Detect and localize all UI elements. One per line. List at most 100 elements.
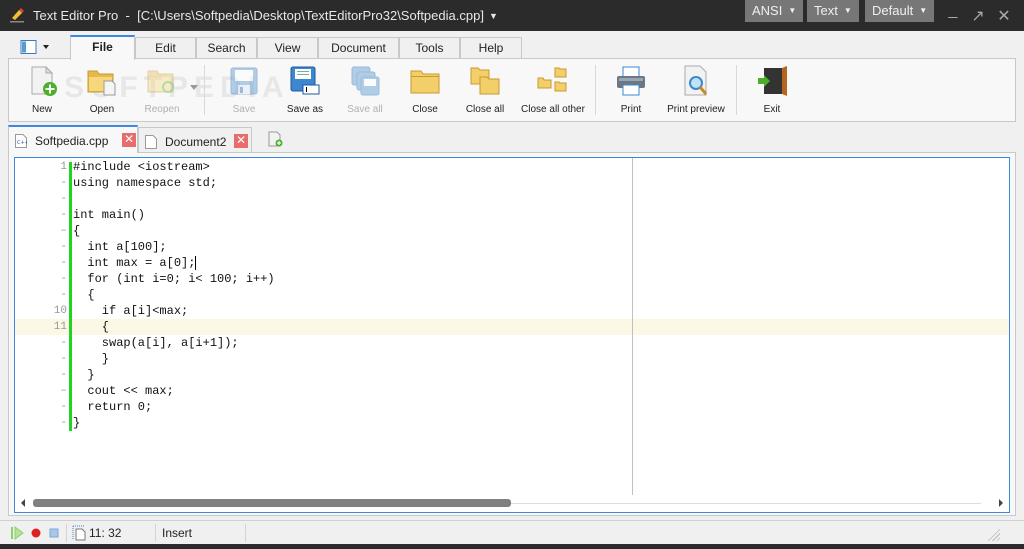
code-line-text: {	[73, 288, 95, 302]
close-all-other-icon	[537, 67, 567, 92]
tab-tools[interactable]: Tools	[399, 37, 460, 59]
code-line[interactable]: {	[73, 287, 95, 303]
close-all-other-button[interactable]: Close all other	[521, 63, 585, 119]
code-line[interactable]: int max = a[0];	[73, 255, 197, 271]
code-line[interactable]: #include <iostream>	[73, 159, 210, 175]
horizontal-scrollbar[interactable]	[15, 495, 1009, 512]
minimize-icon: _	[948, 2, 958, 19]
svg-text:C++: C++	[17, 140, 27, 146]
line-number: -	[60, 209, 67, 221]
chevron-down-icon: ▼	[843, 6, 852, 15]
close-icon: ✕	[123, 132, 135, 146]
doc-tab-softpedia-cpp[interactable]: C++ Softpedia.cpp ✕	[8, 125, 138, 153]
insert-mode-indicator[interactable]: Insert	[162, 526, 192, 540]
encoding-label: ANSI	[752, 3, 783, 18]
code-line[interactable]: int a[100];	[73, 239, 167, 255]
code-line[interactable]: }	[73, 415, 80, 431]
print-preview-button[interactable]: Print preview	[666, 63, 726, 119]
scroll-thumb[interactable]	[33, 499, 511, 507]
quick-access-button[interactable]	[20, 39, 54, 55]
restore-button[interactable]: ↗	[968, 6, 988, 26]
tab-file[interactable]: File	[70, 35, 135, 60]
save-all-icon	[351, 66, 380, 96]
code-line[interactable]: return 0;	[73, 399, 152, 415]
code-line-text: swap(a[i], a[i+1]);	[73, 336, 239, 350]
line-number-gutter: 1 - - - – - - - - 10 11 - - - – - -	[15, 158, 67, 512]
code-line[interactable]: cout << max;	[73, 383, 173, 399]
restore-icon: ↗	[971, 8, 985, 25]
new-tab-icon[interactable]	[267, 131, 283, 147]
style-dropdown[interactable]: Default ▼	[865, 0, 935, 22]
status-bar: 11: 32 Insert	[0, 520, 1024, 544]
record-macro-icon[interactable]	[30, 527, 42, 539]
exit-button[interactable]: Exit	[742, 63, 802, 119]
menu-bar: File Edit Search View Document Tools Hel…	[0, 31, 1024, 60]
app-name: Text Editor Pro	[33, 8, 119, 23]
close-icon: ✕	[235, 133, 247, 147]
close-all-button[interactable]: Close all	[455, 63, 515, 119]
code-line-text: int max = a[0];	[73, 256, 196, 270]
code-line[interactable]: {	[73, 223, 80, 239]
code-line[interactable]: swap(a[i], a[i+1]);	[73, 335, 239, 351]
tab-label: Edit	[155, 41, 176, 55]
close-tab-button[interactable]: ✕	[122, 133, 136, 147]
doc-tab-label: Softpedia.cpp	[35, 134, 109, 148]
line-number: -	[60, 273, 67, 285]
doc-tab-document2[interactable]: Document2 ✕	[138, 127, 252, 152]
minimize-button[interactable]: _	[943, 2, 963, 20]
button-label: Exit	[763, 104, 781, 115]
app-window: Text Editor Pro - [C:\Users\Softpedia\De…	[0, 0, 1024, 549]
status-separator	[66, 524, 67, 542]
cursor-position: 11: 32	[89, 526, 122, 540]
pencil-app-icon	[10, 8, 24, 23]
code-line-text: int a[100];	[73, 240, 167, 254]
line-number: –	[60, 385, 67, 397]
code-line[interactable]: if a[i]<max;	[73, 303, 188, 319]
stop-macro-icon[interactable]	[48, 527, 60, 539]
recent-files-dropdown-icon[interactable]: ▼	[489, 11, 498, 21]
text-cursor	[195, 255, 197, 270]
caret-position-icon	[72, 525, 86, 541]
tab-help[interactable]: Help	[460, 37, 522, 59]
code-line-text: {	[73, 320, 110, 334]
line-number: -	[60, 241, 67, 253]
cpp-file-icon: C++	[15, 134, 27, 148]
code-line[interactable]: for (int i=0; i< 100; i++)	[73, 271, 274, 287]
right-margin-line	[632, 158, 633, 495]
play-macro-icon[interactable]	[10, 526, 24, 540]
code-line[interactable]: }	[73, 367, 94, 383]
resize-grip[interactable]	[986, 527, 1000, 541]
tab-label: Search	[207, 41, 246, 55]
title-separator: -	[125, 8, 130, 23]
reopen-folder-icon	[147, 70, 174, 93]
scroll-right-arrow-icon[interactable]	[999, 499, 1003, 507]
code-line[interactable]: }	[73, 351, 109, 367]
code-line-text: int main()	[73, 208, 146, 222]
current-line-highlight	[15, 319, 1009, 335]
reopen-button[interactable]: Reopen	[132, 63, 198, 119]
code-line[interactable]: using namespace std;	[73, 175, 217, 191]
status-separator	[155, 524, 156, 542]
line-number: -	[60, 369, 67, 381]
tab-label: Document	[331, 41, 386, 55]
code-line[interactable]: int main()	[73, 207, 145, 223]
line-number: 10	[53, 305, 67, 317]
scroll-left-arrow-icon[interactable]	[21, 499, 25, 507]
tab-label: File	[92, 40, 113, 54]
tab-document[interactable]: Document	[318, 37, 399, 59]
tab-view[interactable]: View	[257, 37, 318, 59]
ribbon-toolbar: SOFTPEDIA New Open Reopen Save Save as S…	[8, 58, 1016, 122]
print-button[interactable]: Print	[601, 63, 661, 119]
file-path: [C:\Users\Softpedia\Desktop\TextEditorPr…	[137, 8, 484, 23]
code-line[interactable]: {	[73, 319, 109, 335]
tab-edit[interactable]: Edit	[135, 37, 196, 59]
encoding-dropdown[interactable]: ANSI ▼	[745, 0, 804, 22]
line-number: -	[60, 193, 67, 205]
close-tab-button[interactable]: ✕	[234, 134, 248, 148]
code-editor[interactable]: 1 - - - – - - - - 10 11 - - - – - - #include <iostream> u…	[14, 157, 1010, 513]
highlighter-dropdown[interactable]: Text ▼	[807, 0, 859, 22]
close-window-button[interactable]: ✕	[994, 6, 1014, 26]
tab-search[interactable]: Search	[196, 37, 257, 59]
reopen-dropdown-icon[interactable]	[190, 85, 198, 91]
button-label: Close all other	[521, 104, 585, 115]
